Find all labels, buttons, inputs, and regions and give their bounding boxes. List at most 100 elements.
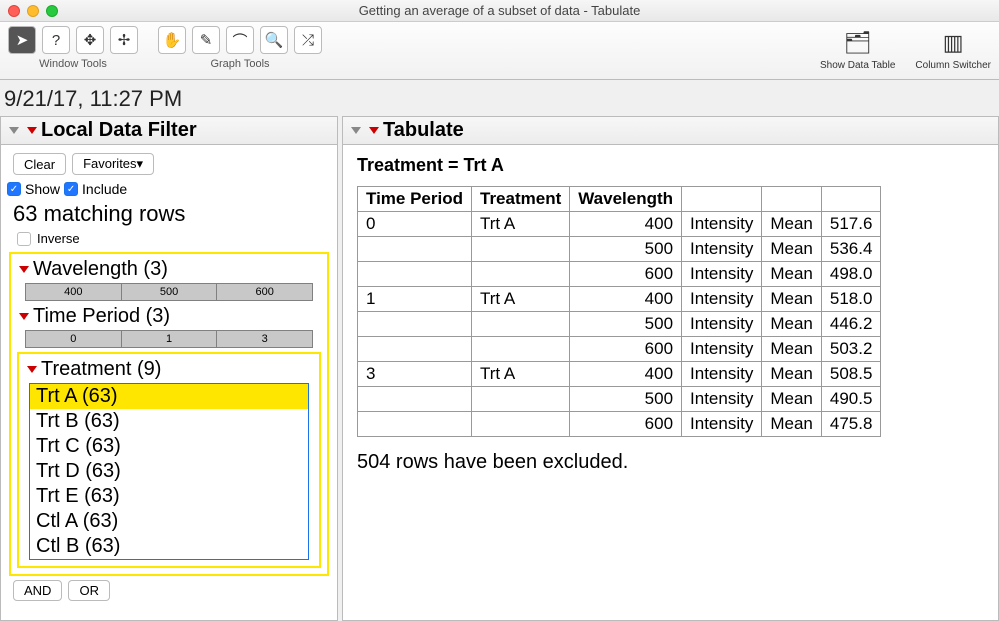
help-tool-icon[interactable]: ? <box>42 26 70 54</box>
show-label: Show <box>25 181 60 197</box>
lasso-tool-icon[interactable]: ⌒ <box>226 26 254 54</box>
timeperiod-pill[interactable]: 3 <box>217 330 313 348</box>
table-header: Time Period <box>358 187 472 212</box>
table-row: 600IntensityMean503.2 <box>358 337 881 362</box>
timeperiod-disclosure-icon[interactable] <box>19 313 29 320</box>
clear-button[interactable]: Clear <box>13 153 66 175</box>
table-cell <box>472 412 570 437</box>
table-row: 500IntensityMean490.5 <box>358 387 881 412</box>
column-switcher-label: Column Switcher <box>915 60 991 71</box>
wavelength-disclosure-icon[interactable] <box>19 266 29 273</box>
treatment-item[interactable]: Trt A (63) <box>30 384 308 409</box>
wavelength-pill[interactable]: 500 <box>122 283 218 301</box>
table-cell: Trt A <box>472 362 570 387</box>
table-cell <box>472 262 570 287</box>
show-data-table-button[interactable]: 🗂 Show Data Table <box>820 26 895 71</box>
timeperiod-pill[interactable]: 0 <box>25 330 122 348</box>
table-cell: Intensity <box>682 287 762 312</box>
table-cell: Intensity <box>682 312 762 337</box>
table-header <box>762 187 822 212</box>
table-cell <box>358 262 472 287</box>
or-button[interactable]: OR <box>68 580 110 601</box>
favorites-button[interactable]: Favorites▾ <box>72 153 154 175</box>
minimize-icon[interactable] <box>27 5 39 17</box>
treatment-yellow-box: Treatment (9) Trt A (63)Trt B (63)Trt C … <box>17 352 321 568</box>
treatment-disclosure-icon[interactable] <box>27 366 37 373</box>
timeperiod-pill[interactable]: 1 <box>122 330 218 348</box>
treatment-item[interactable]: Trt D (63) <box>30 459 308 484</box>
tabulate-table: Time PeriodTreatmentWavelength 0Trt A400… <box>357 186 881 437</box>
red-disclosure-icon[interactable] <box>27 127 37 134</box>
treatment-list: Trt A (63)Trt B (63)Trt C (63)Trt D (63)… <box>29 383 309 560</box>
crosshair-tool-icon[interactable]: ⤮ <box>294 26 322 54</box>
table-cell: 0 <box>358 212 472 237</box>
disclosure-icon[interactable] <box>9 127 19 134</box>
table-cell: Trt A <box>472 212 570 237</box>
scroll-tool-icon[interactable]: ✢ <box>110 26 138 54</box>
show-checkbox[interactable]: ✓ <box>7 182 21 196</box>
table-cell: Intensity <box>682 387 762 412</box>
table-cell: 518.0 <box>821 287 881 312</box>
table-cell <box>472 387 570 412</box>
include-checkbox[interactable]: ✓ <box>64 182 78 196</box>
table-cell: Intensity <box>682 262 762 287</box>
red-disclosure-icon[interactable] <box>369 127 379 134</box>
table-cell: 536.4 <box>821 237 881 262</box>
arrow-tool-icon[interactable]: ➤ <box>8 26 36 54</box>
table-cell: Mean <box>762 287 822 312</box>
table-cell: Mean <box>762 212 822 237</box>
table-cell: Intensity <box>682 362 762 387</box>
inverse-checkbox[interactable] <box>17 232 31 246</box>
zoom-icon[interactable] <box>46 5 58 17</box>
table-cell <box>358 387 472 412</box>
table-cell: Mean <box>762 412 822 437</box>
close-icon[interactable] <box>8 5 20 17</box>
table-cell <box>358 412 472 437</box>
table-cell: 475.8 <box>821 412 881 437</box>
column-switcher-button[interactable]: ▥ Column Switcher <box>915 26 991 71</box>
toolbar: ➤ ? ✥ ✢ Window Tools ✋ ✎ ⌒ 🔍 ⤮ Graph Too… <box>0 22 999 80</box>
table-cell: 600 <box>570 412 682 437</box>
treatment-item[interactable]: Trt E (63) <box>30 484 308 509</box>
table-cell <box>472 237 570 262</box>
treatment-item[interactable]: Ctl A (63) <box>30 509 308 534</box>
disclosure-icon[interactable] <box>351 127 361 134</box>
column-switcher-icon: ▥ <box>936 26 970 60</box>
filter-panel-header: Local Data Filter <box>1 117 337 145</box>
wavelength-pill[interactable]: 400 <box>25 283 122 301</box>
table-cell: 500 <box>570 387 682 412</box>
grabber-tool-icon[interactable]: ✋ <box>158 26 186 54</box>
table-cell: 1 <box>358 287 472 312</box>
table-row: 600IntensityMean475.8 <box>358 412 881 437</box>
table-row: 500IntensityMean536.4 <box>358 237 881 262</box>
table-cell: 400 <box>570 362 682 387</box>
brush-tool-icon[interactable]: ✎ <box>192 26 220 54</box>
and-button[interactable]: AND <box>13 580 62 601</box>
inverse-label: Inverse <box>37 231 80 246</box>
tabulate-panel: Tabulate Treatment = Trt A Time PeriodTr… <box>342 116 999 621</box>
table-header: Wavelength <box>570 187 682 212</box>
table-row: 600IntensityMean498.0 <box>358 262 881 287</box>
table-cell: 400 <box>570 287 682 312</box>
include-label: Include <box>82 181 127 197</box>
table-cell <box>472 312 570 337</box>
table-row: 500IntensityMean446.2 <box>358 312 881 337</box>
matching-rows-text: 63 matching rows <box>7 199 331 229</box>
move-tool-icon[interactable]: ✥ <box>76 26 104 54</box>
table-cell: 500 <box>570 312 682 337</box>
table-header <box>682 187 762 212</box>
window-title: Getting an average of a subset of data -… <box>0 3 999 18</box>
local-data-filter-panel: Local Data Filter Clear Favorites▾ ✓ Sho… <box>0 116 338 621</box>
table-row: 1Trt A400IntensityMean518.0 <box>358 287 881 312</box>
table-cell: 498.0 <box>821 262 881 287</box>
treatment-item[interactable]: Trt B (63) <box>30 409 308 434</box>
treatment-item[interactable]: Ctl B (63) <box>30 534 308 559</box>
table-cell: Intensity <box>682 337 762 362</box>
window-tools-group: ➤ ? ✥ ✢ Window Tools <box>8 26 138 70</box>
timestamp-label: 9/21/17, 11:27 PM <box>0 80 999 116</box>
tabulate-subtitle: Treatment = Trt A <box>349 149 992 182</box>
treatment-item[interactable]: Trt C (63) <box>30 434 308 459</box>
zoom-tool-icon[interactable]: 🔍 <box>260 26 288 54</box>
wavelength-pill[interactable]: 600 <box>217 283 313 301</box>
table-cell <box>358 237 472 262</box>
